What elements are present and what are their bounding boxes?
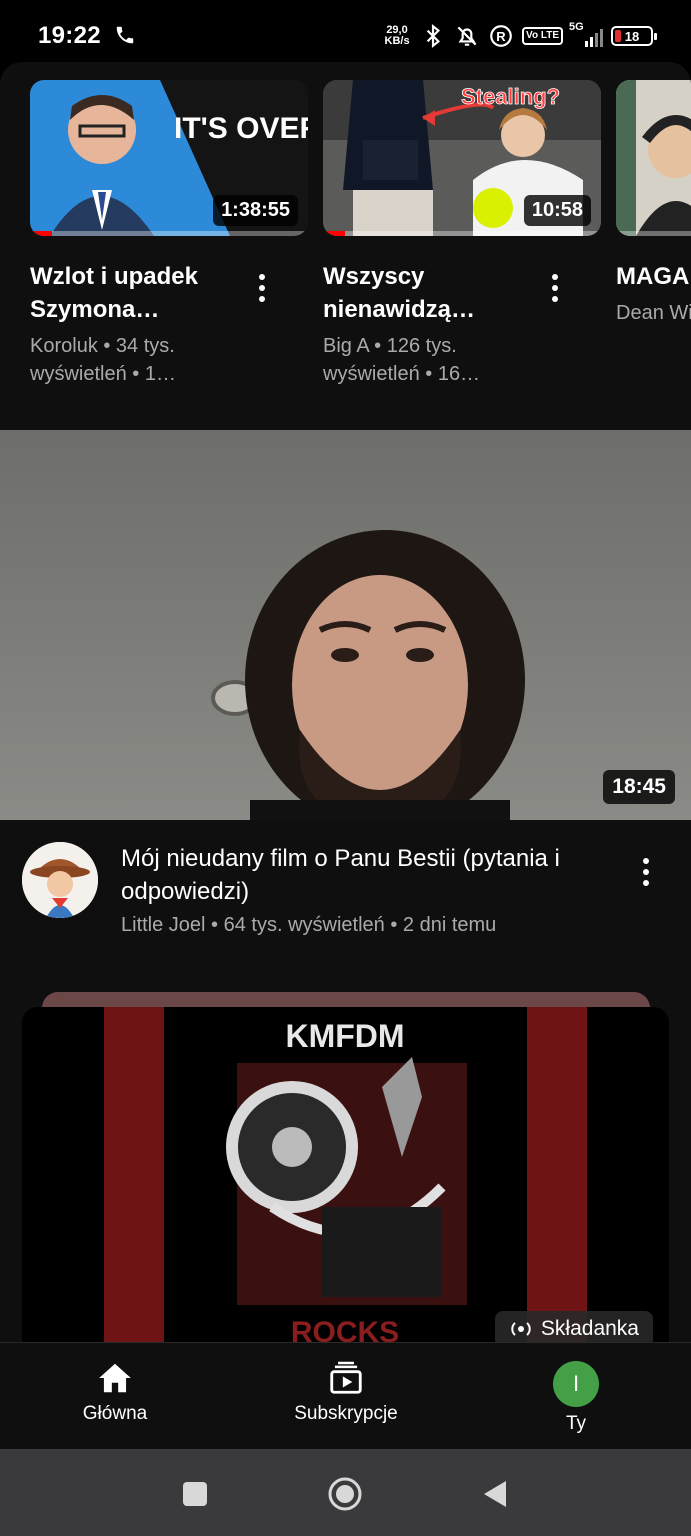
mix-badge: Składanka — [494, 1311, 653, 1342]
featured-video-title[interactable]: Mój nieudany film o Panu Bestii (pytania… — [121, 842, 611, 908]
nav-subscriptions[interactable]: Subskrypcje — [266, 1359, 426, 1425]
bottom-navigation: Główna Subskrypcje I Ty — [0, 1342, 691, 1449]
alarm-off-icon — [457, 26, 477, 46]
mix-playlist-card[interactable]: KMFDM ROCKS Składanka — [22, 1007, 669, 1342]
video-thumbnail[interactable]: SI — [616, 80, 691, 236]
nav-you[interactable]: I Ty — [496, 1361, 656, 1435]
thumbnail-text: IT'S OVER — [174, 112, 308, 145]
shelf-video-card[interactable]: IT'S OVER 1:38:55 Wzlot i upadek Szymona… — [30, 80, 308, 388]
video-title[interactable]: Wszyscy nienawidzą… — [323, 260, 543, 326]
nav-home-label: Główna — [82, 1403, 148, 1424]
back-icon[interactable] — [478, 1477, 512, 1511]
video-shelf[interactable]: IT'S OVER 1:38:55 Wzlot i upadek Szymona… — [30, 80, 691, 400]
shelf-video-card[interactable]: SI MAGA Tries t Dean Withers — [616, 80, 691, 327]
signal-icon: 5G — [569, 21, 603, 47]
shelf-video-card[interactable]: Stealing? 10:58 Wszyscy nienawidzą… Big … — [323, 80, 601, 388]
album-title: KMFDM — [285, 1018, 404, 1054]
nav-subscriptions-label: Subskrypcje — [294, 1403, 398, 1424]
video-duration: 1:38:55 — [213, 195, 298, 226]
system-navigation-bar — [0, 1449, 691, 1536]
net-speed: 29,0 KB/s — [384, 24, 410, 47]
profile-avatar: I — [553, 1361, 599, 1407]
registered-icon: R — [490, 25, 512, 47]
recents-icon[interactable] — [178, 1477, 212, 1511]
video-thumbnail[interactable]: Stealing? 10:58 — [323, 80, 601, 236]
youtube-home: IT'S OVER 1:38:55 Wzlot i upadek Szymona… — [0, 62, 691, 1342]
home-circle-icon[interactable] — [328, 1477, 362, 1511]
album-subtitle: ROCKS — [291, 1316, 399, 1342]
svg-text:R: R — [496, 29, 506, 44]
channel-avatar[interactable] — [22, 842, 98, 918]
video-title[interactable]: Wzlot i upadek Szymona… — [30, 260, 250, 326]
video-duration: 10:58 — [523, 195, 591, 226]
status-icons: 29,0 KB/s R Vo LTE 5G 18 — [382, 20, 657, 52]
battery-icon: 18 — [611, 26, 657, 46]
subscriptions-icon — [330, 1361, 362, 1394]
status-time: 19:22 — [38, 22, 101, 49]
featured-video-meta: Little Joel • 64 tys. wyświetleń • 2 dni… — [121, 914, 497, 936]
video-duration: 18:45 — [603, 770, 675, 804]
video-meta: Koroluk • 34 tys. wyświetleń • 1… — [30, 335, 176, 385]
more-options-icon[interactable] — [250, 268, 274, 308]
home-icon — [99, 1363, 131, 1393]
broadcast-icon — [511, 1322, 531, 1336]
watch-progress — [30, 231, 308, 236]
thumbnail-text: Stealing? — [461, 84, 560, 109]
more-options-icon[interactable] — [543, 268, 567, 308]
status-bar: 19:22 29,0 KB/s R Vo LTE 5G 18 — [0, 0, 691, 70]
video-meta: Big A • 126 tys. wyświetleń • 16… — [323, 335, 481, 385]
featured-video-thumbnail[interactable]: 18:45 — [0, 430, 691, 820]
phone-call-icon — [116, 26, 134, 44]
watch-progress — [616, 231, 691, 236]
volte-icon: Vo LTE — [522, 27, 563, 45]
video-thumbnail[interactable]: IT'S OVER 1:38:55 — [30, 80, 308, 236]
video-meta: Dean Withers — [616, 302, 691, 324]
nav-you-label: Ty — [565, 1413, 587, 1434]
more-options-icon[interactable] — [634, 852, 658, 892]
watch-progress — [323, 231, 601, 236]
bluetooth-icon — [426, 23, 441, 49]
nav-home[interactable]: Główna — [35, 1359, 195, 1425]
video-title[interactable]: MAGA Tries t — [616, 260, 691, 293]
